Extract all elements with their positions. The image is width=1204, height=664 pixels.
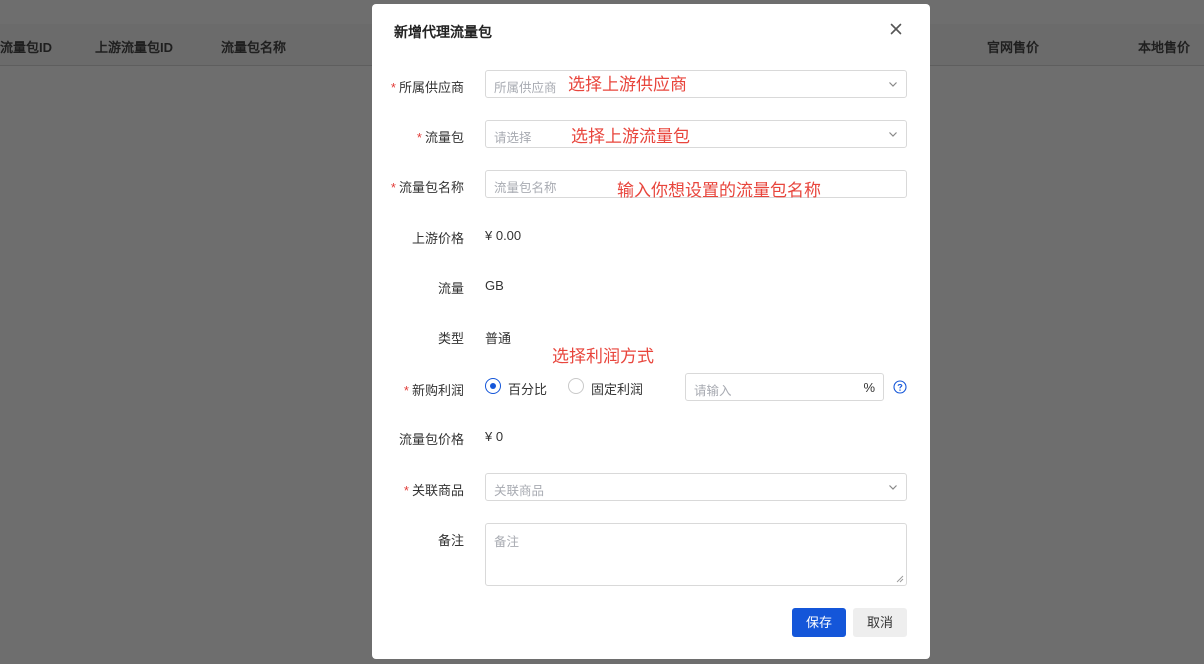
- package-name-annotation: 输入你想设置的流量包名称: [617, 181, 821, 200]
- close-icon[interactable]: [887, 20, 905, 38]
- package-label: * 流量包: [416, 130, 464, 145]
- product-row: * 关联商品 关联商品: [372, 473, 930, 503]
- product-placeholder: 关联商品: [494, 484, 545, 498]
- supplier-annotation: 选择上游供应商: [568, 75, 687, 94]
- package-name-placeholder: 流量包名称: [494, 181, 557, 195]
- column-header-official-price: 官网售价: [987, 40, 1040, 55]
- column-header-upstream-package-id: 上游流量包ID: [95, 40, 174, 55]
- cancel-button[interactable]: 取消: [853, 608, 907, 637]
- remark-row: 备注 备注: [372, 523, 930, 586]
- product-select[interactable]: 关联商品: [485, 473, 907, 501]
- supplier-row: * 所属供应商 所属供应商 选择上游供应商: [372, 70, 930, 100]
- profit-input[interactable]: 请输入 %: [685, 373, 884, 401]
- fixed-profit-radio-label[interactable]: 固定利润: [591, 379, 643, 398]
- upstream-price-value: ¥ 0.00: [485, 228, 522, 243]
- profit-row: * 新购利润 百分比 固定利润 请输入 %: [372, 373, 930, 403]
- type-row: 类型 普通 选择利润方式: [372, 328, 930, 366]
- type-label: 类型: [437, 331, 464, 346]
- supplier-placeholder: 所属供应商: [494, 81, 557, 95]
- package-name-row: * 流量包名称 流量包名称 输入你想设置的流量包名称: [372, 170, 930, 200]
- upstream-price-label: 上游价格: [411, 231, 464, 246]
- chevron-down-icon: [889, 132, 897, 137]
- dialog-title: 新增代理流量包: [394, 24, 492, 40]
- chevron-down-icon: [889, 485, 897, 490]
- package-row: * 流量包 请选择 选择上游流量包: [372, 120, 930, 150]
- save-button[interactable]: 保存: [792, 608, 846, 637]
- add-proxy-package-dialog: 新增代理流量包 * 所属供应商 所属供应商 选择上游供应商 * 流量包 请选择 选择…: [372, 4, 930, 659]
- remark-textarea[interactable]: 备注: [485, 523, 907, 586]
- traffic-row: 流量 GB: [372, 278, 930, 308]
- package-price-label: 流量包价格: [398, 432, 464, 447]
- column-header-package-name: 流量包名称: [221, 40, 287, 55]
- profit-input-placeholder: 请输入: [694, 384, 732, 398]
- package-name-label: * 流量包名称: [390, 180, 464, 195]
- percent-radio[interactable]: [485, 378, 501, 394]
- percent-suffix: %: [863, 380, 875, 395]
- package-select[interactable]: 请选择: [485, 120, 907, 148]
- package-price-value: ¥ 0: [485, 429, 504, 444]
- resize-grip-icon[interactable]: [896, 575, 904, 583]
- profit-method-annotation: 选择利润方式: [552, 347, 654, 366]
- package-annotation: 选择上游流量包: [571, 127, 690, 146]
- package-price-row: 流量包价格 ¥ 0: [372, 429, 930, 459]
- upstream-price-row: 上游价格 ¥ 0.00: [372, 228, 930, 258]
- traffic-value: GB: [485, 278, 504, 293]
- supplier-select[interactable]: 所属供应商: [485, 70, 907, 98]
- traffic-label: 流量: [437, 281, 464, 296]
- package-placeholder: 请选择: [494, 131, 532, 145]
- fixed-profit-radio[interactable]: [568, 378, 584, 394]
- percent-radio-label[interactable]: 百分比: [508, 379, 547, 398]
- product-label: * 关联商品: [403, 483, 464, 498]
- column-header-local-price: 本地售价: [1138, 40, 1191, 55]
- help-icon[interactable]: [893, 380, 907, 394]
- remark-placeholder: 备注: [494, 535, 520, 549]
- column-header-package-id: 流量包ID: [0, 40, 53, 55]
- chevron-down-icon: [889, 82, 897, 87]
- type-value: 普通: [485, 331, 512, 346]
- remark-label: 备注: [437, 533, 464, 548]
- profit-label: * 新购利润: [403, 383, 464, 398]
- supplier-label: * 所属供应商: [390, 80, 464, 95]
